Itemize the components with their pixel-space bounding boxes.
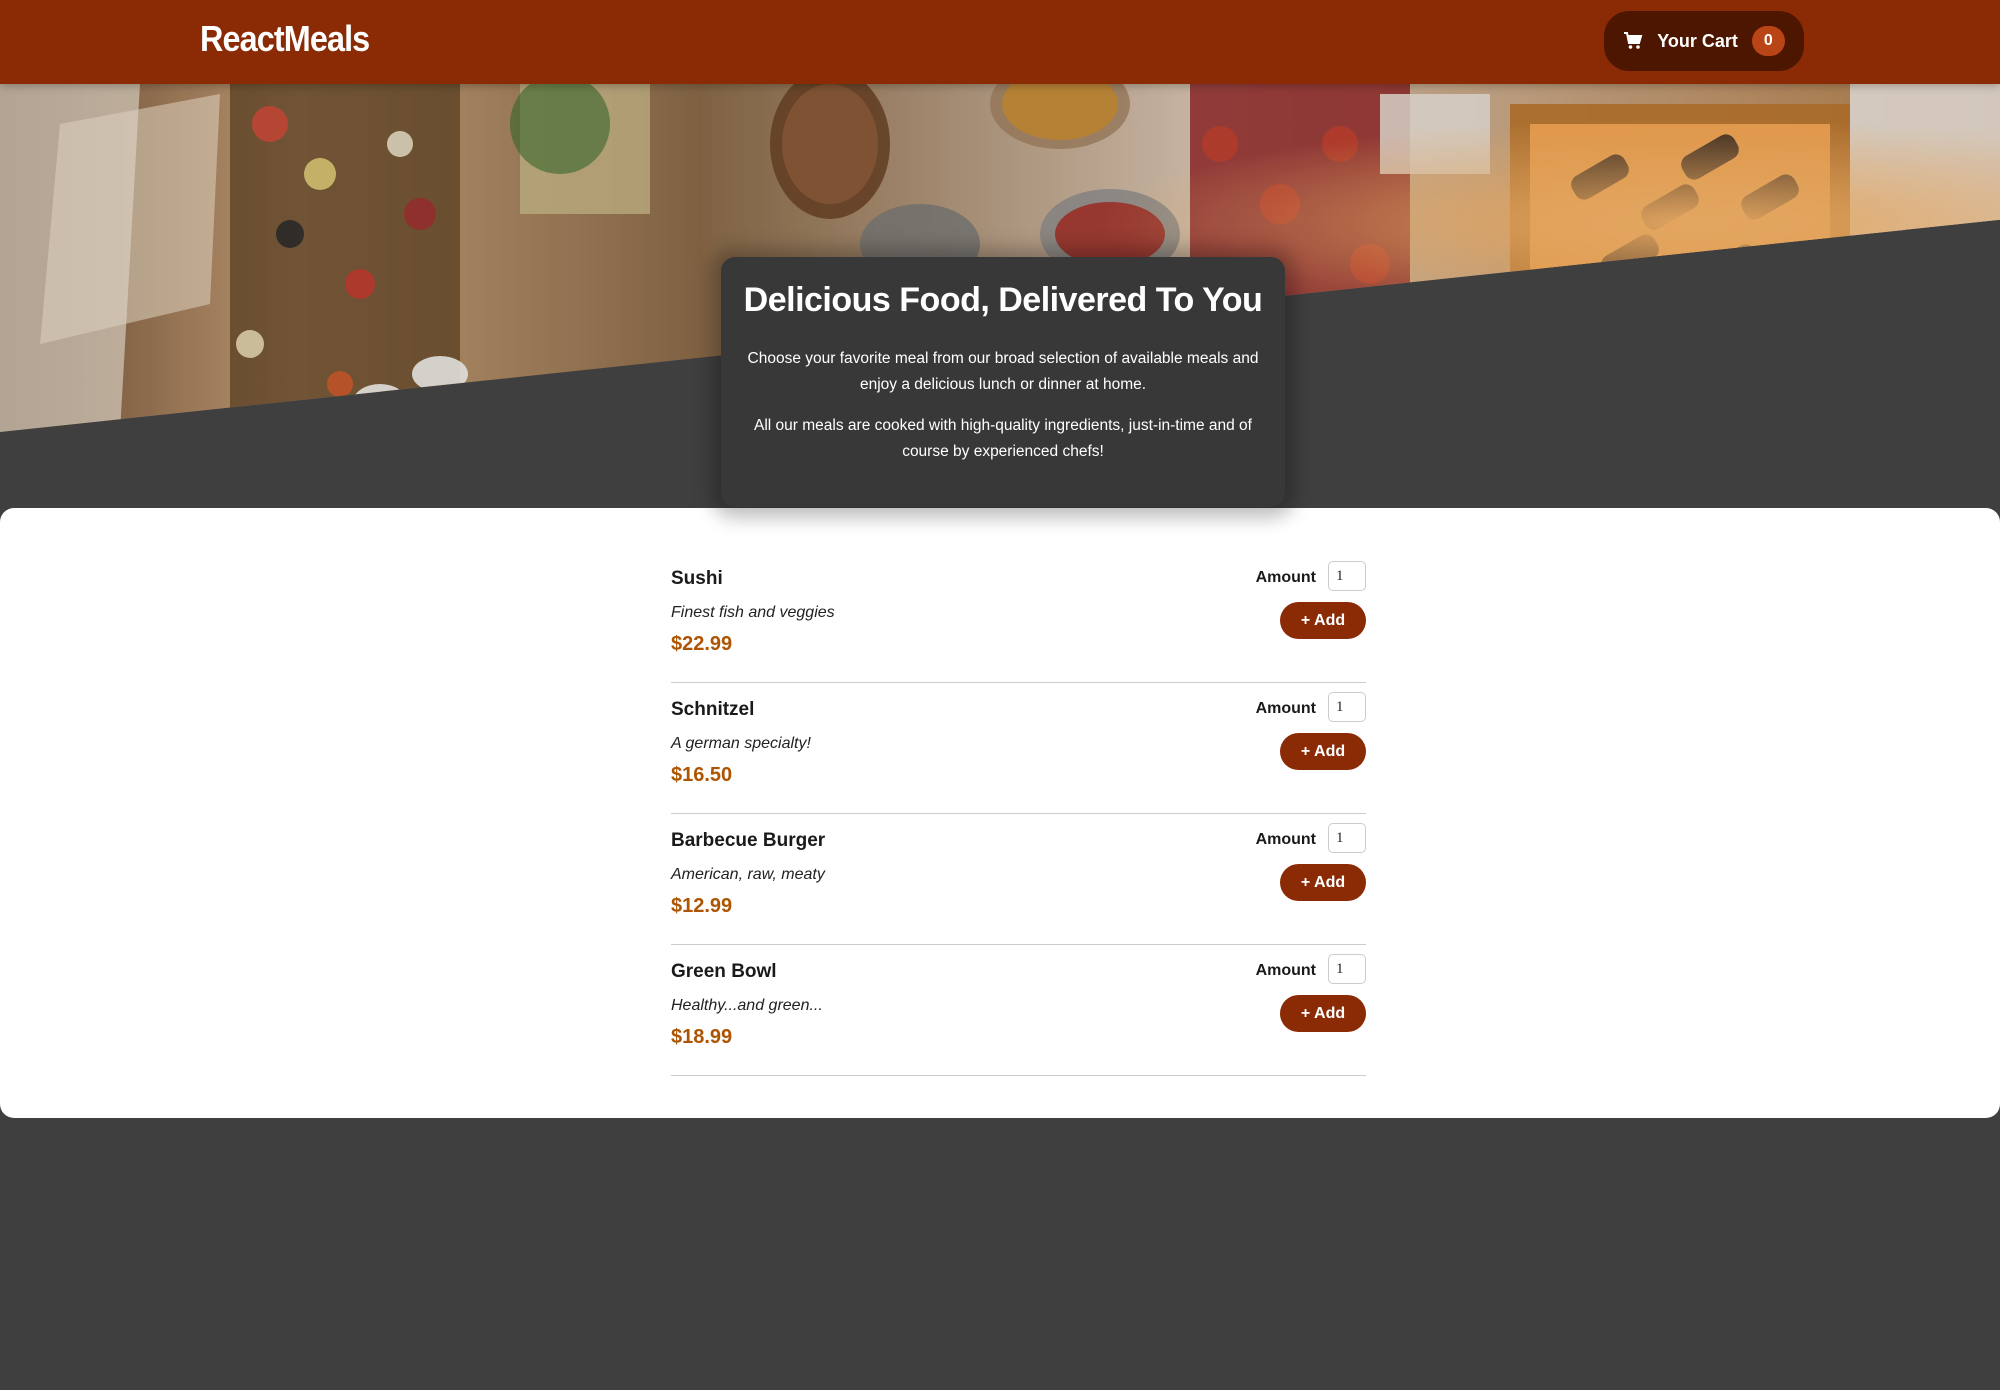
amount-label: Amount <box>1255 569 1316 586</box>
amount-label: Amount <box>1255 962 1316 979</box>
cart-button[interactable]: Your Cart 0 <box>1604 11 1804 71</box>
summary-paragraph: All our meals are cooked with high-quali… <box>754 417 1252 460</box>
add-button[interactable]: + Add <box>1280 733 1366 770</box>
meal-item: Barbecue Burger American, raw, meaty $12… <box>671 814 1366 945</box>
add-button[interactable]: + Add <box>1280 864 1366 901</box>
meal-name: Sushi <box>671 568 723 589</box>
meal-price: $22.99 <box>671 633 733 655</box>
meals-card: Sushi Finest fish and veggies $22.99 Amo… <box>0 508 2000 1118</box>
cart-count-badge: 0 <box>1751 26 1785 56</box>
add-button[interactable]: + Add <box>1280 995 1366 1032</box>
meal-price: $12.99 <box>671 895 733 917</box>
meal-description: Finest fish and veggies <box>671 604 835 621</box>
meal-name: Barbecue Burger <box>671 830 826 851</box>
page: ReactMeals Your Cart 0 Delicious Food, D… <box>0 0 2000 1390</box>
meal-description: American, raw, meaty <box>671 866 825 883</box>
meal-item: Schnitzel A german specialty! $16.50 Amo… <box>671 683 1366 814</box>
meal-name: Green Bowl <box>671 961 777 982</box>
summary-paragraph: Choose your favorite meal from our broad… <box>747 350 1259 393</box>
summary-card: Delicious Food, Delivered To You Choose … <box>721 257 1285 507</box>
amount-input[interactable] <box>1328 692 1366 722</box>
app-header: ReactMeals Your Cart 0 <box>0 0 2000 84</box>
cart-icon <box>1623 31 1643 51</box>
brand-logo: ReactMeals <box>200 18 370 59</box>
meal-price: $18.99 <box>671 1026 733 1048</box>
meal-list: Sushi Finest fish and veggies $22.99 Amo… <box>671 552 1366 1076</box>
summary-title: Delicious Food, Delivered To You <box>743 281 1263 319</box>
amount-input[interactable] <box>1328 561 1366 591</box>
meal-description: Healthy...and green... <box>671 997 823 1014</box>
add-button[interactable]: + Add <box>1280 602 1366 639</box>
meal-item: Sushi Finest fish and veggies $22.99 Amo… <box>671 552 1366 683</box>
amount-input[interactable] <box>1328 954 1366 984</box>
meal-item: Green Bowl Healthy...and green... $18.99… <box>671 945 1366 1076</box>
amount-input[interactable] <box>1328 823 1366 853</box>
meal-name: Schnitzel <box>671 699 755 720</box>
meal-description: A german specialty! <box>671 735 811 752</box>
amount-label: Amount <box>1255 831 1316 848</box>
amount-label: Amount <box>1255 700 1316 717</box>
meal-price: $16.50 <box>671 764 733 786</box>
cart-label: Your Cart <box>1657 30 1738 51</box>
